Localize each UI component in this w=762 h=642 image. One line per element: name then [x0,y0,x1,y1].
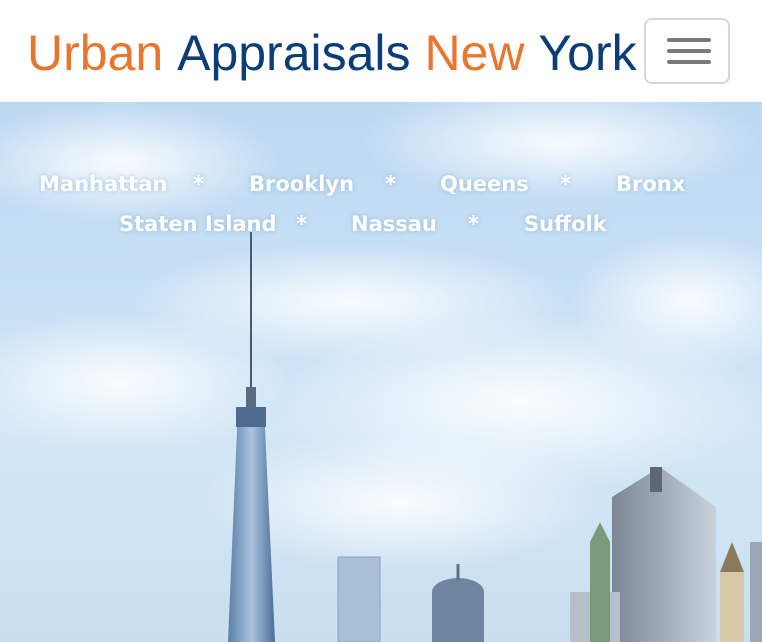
area-separator: * [193,172,204,196]
area-link-nassau[interactable]: Nassau [351,212,437,236]
area-link-suffolk[interactable]: Suffolk [524,212,607,236]
brand-logo[interactable]: Urban Appraisals New York [27,22,637,84]
area-link-staten-island[interactable]: Staten Island [119,212,277,236]
navbar-toggle-button[interactable] [644,18,730,84]
area-separator: * [468,212,479,236]
area-separator: * [560,172,571,196]
hamburger-menu-icon-bar [667,60,711,64]
area-separator: * [296,212,307,236]
hero-skyline: Manhattan * Brooklyn * Queens * Bronx St… [0,102,762,642]
brand-word-urban: Urban [27,25,164,81]
brand-word-appraisals: Appraisals [177,25,411,81]
service-areas: Manhattan * Brooklyn * Queens * Bronx St… [0,102,762,262]
brand-word-york: York [538,25,637,81]
area-link-brooklyn[interactable]: Brooklyn [249,172,354,196]
navbar: Urban Appraisals New York [0,0,762,102]
area-separator: * [385,172,396,196]
area-link-manhattan[interactable]: Manhattan [39,172,167,196]
hamburger-menu-icon [667,38,711,42]
hamburger-menu-icon-bar [667,49,711,53]
brand-word-new: New [424,25,525,81]
area-link-queens[interactable]: Queens [440,172,529,196]
area-link-bronx[interactable]: Bronx [616,172,685,196]
